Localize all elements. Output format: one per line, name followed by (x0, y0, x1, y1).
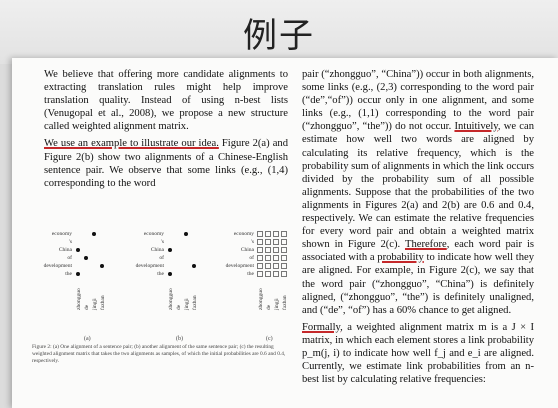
figure-row-label: the (157, 271, 164, 277)
slide-title: 例子 (243, 16, 315, 56)
figure-row-label: development (135, 263, 164, 269)
figure-row-label: China (58, 247, 72, 253)
figure-col-label: de (176, 304, 182, 310)
figure-row-label: the (65, 271, 72, 277)
figure-col-label: zhongguo (258, 288, 264, 310)
figure-col-label: jingji (184, 298, 190, 310)
figure-row-label: economy (51, 231, 72, 237)
therefore-underlined: Therefore (404, 239, 447, 251)
figure-row-label: development (43, 263, 72, 269)
matrix-cell (281, 255, 287, 261)
matrix-cell (257, 263, 263, 269)
figure-col-label: fazhan (282, 295, 288, 310)
alignment-link (184, 232, 188, 236)
slide-header: 例子 (0, 0, 558, 64)
right-column: pair (“zhongguo”, “China”)) occur in bot… (302, 68, 534, 386)
figure-row-label: 's (68, 239, 72, 245)
figure-col-label: zhongguo (76, 288, 82, 310)
matrix-cell (281, 271, 287, 277)
figure-row-label: of (249, 255, 254, 261)
matrix-cell (257, 255, 263, 261)
matrix-cell (281, 263, 287, 269)
matrix-cell (265, 255, 271, 261)
figure-col-label: zhongguo (168, 288, 174, 310)
figure-row-label: development (225, 263, 254, 269)
matrix-cell (265, 271, 271, 277)
matrix-cell (257, 231, 263, 237)
matrix-cell (281, 231, 287, 237)
matrix-cell (273, 247, 279, 253)
figure-col-label: fazhan (192, 295, 198, 310)
matrix-cell (273, 271, 279, 277)
figure-col-label: jingji (274, 298, 280, 310)
figure-subcaption: (a) (84, 336, 91, 342)
formally-underlined: Formally (302, 321, 341, 333)
matrix-cell (265, 247, 271, 253)
figure-col-label: fazhan (100, 295, 106, 310)
underlined-sentence: We use an example to illustrate our idea… (44, 138, 219, 150)
figure-col-label: de (266, 304, 272, 310)
figure-row-label: of (159, 255, 164, 261)
figure-row-label: economy (233, 231, 254, 237)
matrix-cell (257, 247, 263, 253)
alignment-link (76, 272, 80, 276)
right-paragraph-1: pair (“zhongguo”, “China”)) occur in bot… (302, 68, 534, 317)
right-paragraph-2: Formally, a weighted alignment matrix m … (302, 321, 534, 386)
alignment-link (100, 264, 104, 268)
alignment-link (76, 248, 80, 252)
alignment-link (168, 272, 172, 276)
paper-page: We believe that offering more candidate … (12, 58, 558, 408)
alignment-link (168, 248, 172, 252)
matrix-cell (265, 231, 271, 237)
figure-row-label: China (240, 247, 254, 253)
alignment-link (84, 256, 88, 260)
figure-caption: Figure 2: (a) One alignment of a sentenc… (32, 344, 286, 364)
figure-subcaption: (c) (266, 336, 273, 342)
figure-col-label: jingji (92, 298, 98, 310)
alignment-link (92, 232, 96, 236)
figure-row-label: 's (250, 239, 254, 245)
matrix-cell (273, 263, 279, 269)
left-paragraph-2: We use an example to illustrate our idea… (44, 137, 288, 189)
figure-col-label: de (84, 304, 90, 310)
matrix-cell (273, 255, 279, 261)
matrix-cell (281, 247, 287, 253)
matrix-cell (273, 231, 279, 237)
left-paragraph-1: We believe that offering more candidate … (44, 69, 288, 133)
figure-row-label: China (150, 247, 164, 253)
matrix-cell (265, 263, 271, 269)
matrix-cell (257, 239, 263, 245)
alignment-link (192, 264, 196, 268)
figure-2: economy's China of development the zhongguo de… (28, 222, 290, 348)
figure-row-label: the (247, 271, 254, 277)
figure-row-label: 's (160, 239, 164, 245)
matrix-cell (281, 239, 287, 245)
figure-row-label: economy (143, 231, 164, 237)
intuitively-underlined: Intuitively (454, 121, 498, 133)
right-text-b: , we can estimate how well two words are… (302, 121, 534, 251)
figure-subcaption: (b) (176, 336, 183, 342)
matrix-cell (273, 239, 279, 245)
matrix-cell (265, 239, 271, 245)
left-column: We believe that offering more candidate … (44, 68, 288, 190)
probability-underlined: probability (377, 252, 424, 264)
figure-row-label: of (67, 255, 72, 261)
matrix-cell (257, 271, 263, 277)
